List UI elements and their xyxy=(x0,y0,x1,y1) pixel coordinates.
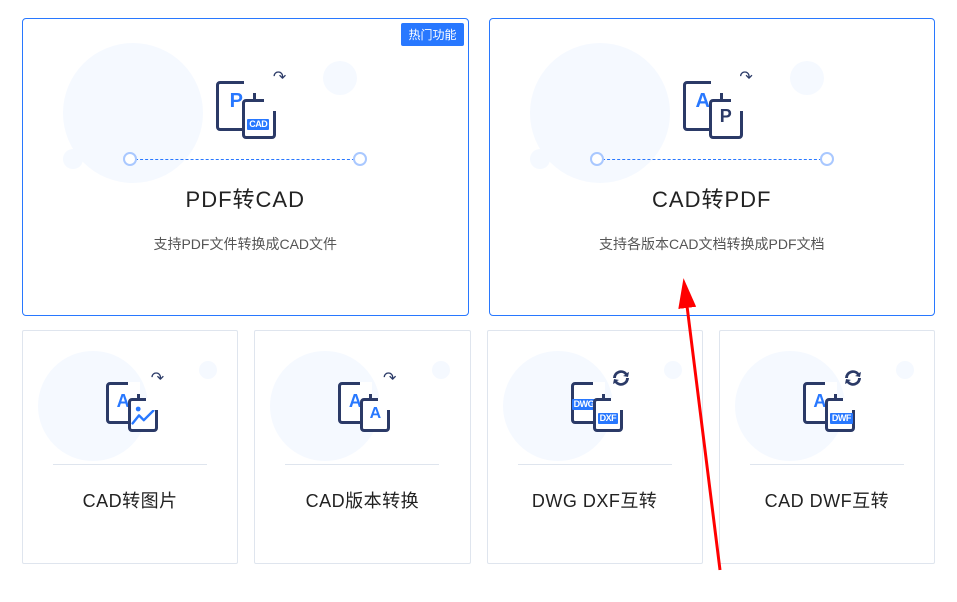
card-title: PDF转CAD xyxy=(186,182,305,214)
decoration-circle xyxy=(63,149,83,169)
cad-to-image-icon: A ↷ xyxy=(102,382,158,432)
decoration-circle xyxy=(432,361,450,379)
divider xyxy=(285,464,439,465)
decoration-circle xyxy=(790,61,824,95)
divider xyxy=(597,159,827,160)
cad-dwf-swap-icon: A DWF xyxy=(799,382,855,432)
card-dwg-dxf-swap[interactable]: DWG DXF DWG DXF互转 xyxy=(487,330,703,564)
decoration-circle xyxy=(664,361,682,379)
dwg-dxf-swap-icon: DWG DXF xyxy=(567,382,623,432)
card-description: 支持各版本CAD文档转换成PDF文档 xyxy=(599,234,825,254)
divider xyxy=(53,464,207,465)
card-title: CAD DWF互转 xyxy=(765,487,890,513)
convert-arrow-icon: ↷ xyxy=(273,67,286,87)
divider xyxy=(130,159,360,160)
divider xyxy=(518,464,672,465)
convert-arrow-icon: ↷ xyxy=(151,368,164,388)
card-title: DWG DXF互转 xyxy=(532,487,658,513)
card-title: CAD转PDF xyxy=(652,182,771,214)
rotate-arrows-icon xyxy=(609,366,633,390)
decoration-circle xyxy=(530,149,550,169)
card-title: CAD版本转换 xyxy=(306,487,420,513)
card-cad-to-image[interactable]: A ↷ CAD转图片 xyxy=(22,330,238,564)
pdf-to-cad-icon: P CAD ↷ xyxy=(210,81,280,141)
decoration-circle xyxy=(199,361,217,379)
cad-to-pdf-icon: A P ↷ xyxy=(677,81,747,141)
decoration-circle xyxy=(323,61,357,95)
divider xyxy=(750,464,904,465)
card-cad-dwf-swap[interactable]: A DWF CAD DWF互转 xyxy=(719,330,935,564)
card-cad-to-pdf[interactable]: A P ↷ CAD转PDF 支持各版本CAD文档转换成PDF文档 xyxy=(489,18,936,316)
card-pdf-to-cad[interactable]: 热门功能 P CAD ↷ PDF转CAD 支持PDF文件转换成CAD文件 xyxy=(22,18,469,316)
card-description: 支持PDF文件转换成CAD文件 xyxy=(153,234,337,254)
cad-version-convert-icon: A A ↷ xyxy=(334,382,390,432)
decoration-circle xyxy=(896,361,914,379)
convert-arrow-icon: ↷ xyxy=(383,368,396,388)
rotate-arrows-icon xyxy=(841,366,865,390)
card-cad-version-convert[interactable]: A A ↷ CAD版本转换 xyxy=(254,330,470,564)
hot-badge: 热门功能 xyxy=(401,23,463,46)
convert-arrow-icon: ↷ xyxy=(739,67,752,87)
card-title: CAD转图片 xyxy=(83,487,178,513)
